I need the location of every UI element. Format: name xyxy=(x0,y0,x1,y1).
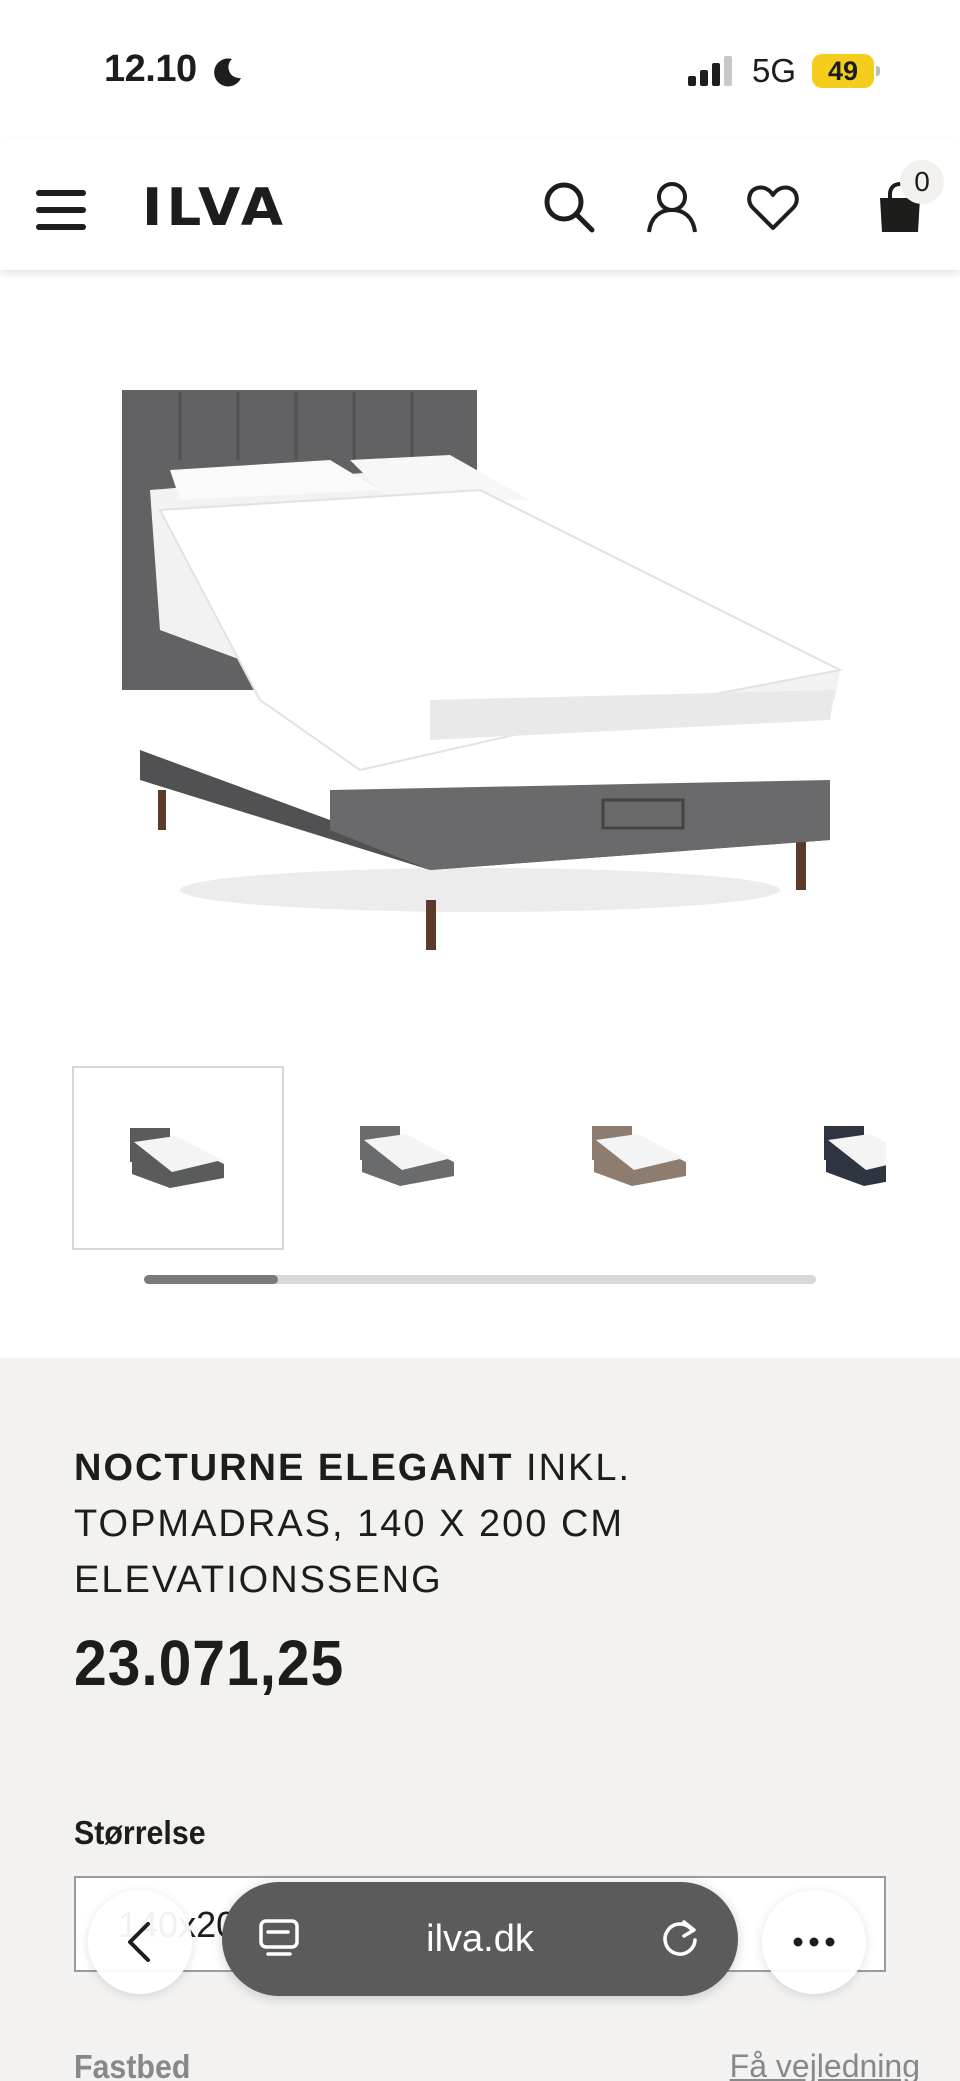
account-icon[interactable] xyxy=(645,180,699,234)
signal-icon xyxy=(688,56,732,86)
menu-icon[interactable] xyxy=(36,188,88,232)
product-title: NOCTURNE ELEGANT INKL. TOPMADRAS, 140 X … xyxy=(74,1440,894,1608)
carousel-scrollbar[interactable] xyxy=(144,1275,816,1284)
bed-thumbnail-3 xyxy=(592,1126,686,1186)
chevron-left-icon xyxy=(128,1922,150,1962)
firmness-label: Fastbed xyxy=(74,2048,191,2081)
status-time: 12.10 xyxy=(104,48,197,90)
product-hero-image[interactable] xyxy=(0,270,960,1040)
back-button[interactable] xyxy=(88,1890,192,1994)
thumbnail-3[interactable] xyxy=(536,1066,748,1250)
more-button[interactable] xyxy=(762,1890,866,1994)
bed-thumbnail-1 xyxy=(130,1128,224,1188)
network-label: 5G xyxy=(752,52,797,89)
bed-thumbnail-4 xyxy=(824,1126,886,1186)
site-header: ILVA 0 xyxy=(0,140,960,270)
product-price: 23.071,25 xyxy=(74,1627,345,1699)
carousel-scrollbar-thumb[interactable] xyxy=(144,1275,279,1284)
thumbnail-1[interactable] xyxy=(72,1066,284,1250)
moon-icon xyxy=(214,58,241,87)
product-brand: NOCTURNE ELEGANT xyxy=(74,1447,514,1489)
reload-icon[interactable] xyxy=(658,1916,702,1960)
battery-badge: 49 xyxy=(812,54,880,88)
guide-link[interactable]: Få vejledning xyxy=(730,2048,920,2081)
logo[interactable]: ILVA xyxy=(142,178,287,238)
status-bar: 12.10 5G 49 xyxy=(0,0,960,140)
bed-thumbnail-2 xyxy=(360,1126,454,1186)
bed-image xyxy=(122,390,844,950)
address-bar[interactable]: ilva.dk xyxy=(222,1882,738,1996)
size-label: Størrelse xyxy=(74,1814,206,1851)
thumbnail-2[interactable] xyxy=(304,1066,516,1250)
more-dots-icon xyxy=(793,1937,835,1947)
search-icon[interactable] xyxy=(542,180,596,234)
thumbnail-4[interactable] xyxy=(768,1066,886,1250)
thumbnail-carousel xyxy=(72,1066,886,1252)
cart-count-badge: 0 xyxy=(900,160,944,204)
heart-icon[interactable] xyxy=(746,180,800,234)
